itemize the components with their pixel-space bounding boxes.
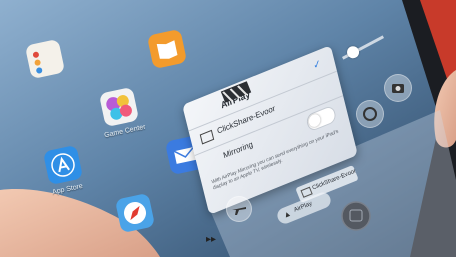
- game-center-icon[interactable]: [98, 86, 140, 128]
- ibooks-icon[interactable]: [146, 28, 188, 70]
- checkmark-icon: ✓: [312, 58, 323, 73]
- timer-icon[interactable]: [356, 100, 384, 128]
- airplay-button-icon: ▲: [281, 208, 293, 220]
- airplane-icon[interactable]: [226, 196, 252, 222]
- display-icon: [199, 129, 215, 145]
- safari-icon[interactable]: [114, 192, 156, 234]
- playback-icon[interactable]: ▸▸: [206, 234, 216, 245]
- photo-scene: Game Center App Store 1 AirPlay ✓ ClickS…: [0, 0, 456, 257]
- reminders-icon[interactable]: [24, 38, 66, 80]
- camera-icon[interactable]: [384, 74, 412, 102]
- airplay-button-label: AirPlay: [293, 200, 314, 214]
- app-store-icon[interactable]: [42, 144, 84, 186]
